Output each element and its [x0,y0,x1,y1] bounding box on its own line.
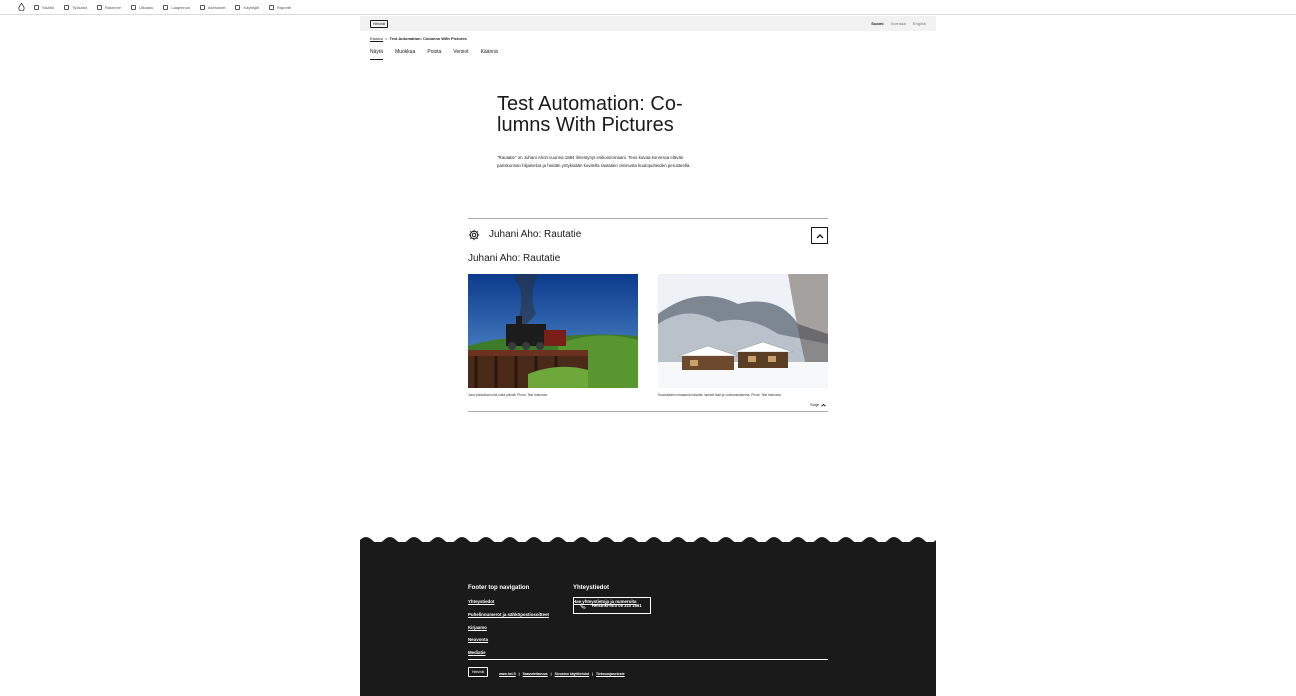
accordion-close-button[interactable]: Sulje [810,402,826,407]
site-footer: Footer top navigation Yhteystiedot Puhel… [360,537,936,696]
column-left: Juna puksuttaa kohti uutta päivää. Photo… [468,274,638,397]
breadcrumb-separator: > [385,36,388,41]
toolbar-item-extend[interactable]: Laajennus [163,4,190,10]
right-image-caption: Suomalainen maaseutu talvella: lumiset t… [658,393,782,397]
toolbar-item-content[interactable]: Sisältö [34,4,54,10]
winter-village-image [658,274,828,388]
breadcrumb: Etusivu > Test Automation: Columns With … [370,36,467,41]
separator: | [592,672,594,676]
footer-logo[interactable]: Helsinki [468,667,489,677]
accordion-toggle-button[interactable] [811,227,828,244]
chevron-up-small-icon [821,403,826,407]
footer-link-advice[interactable]: Neuvonta [468,637,488,642]
footer-bottom-links: www.hel.fi | Saavutettavuus | Sivuston k… [499,672,625,676]
left-image-caption: Juna puksuttaa kohti uutta päivää. Photo… [468,393,549,397]
footer-link-registry[interactable]: Kirjaamo [468,625,487,630]
lang-fi[interactable]: Suomi [871,21,883,26]
content-icon [34,4,39,10]
local-tasks: Näytä Muokkaa Poista Versiot Käännä [370,49,498,60]
lead-paragraph: "Rautatie" on Juhani Ahon vuonna 1884 il… [497,155,691,168]
phone-button[interactable]: Helsinki-info 09 310 1691 [573,597,651,614]
tab-revisions[interactable]: Versiot [453,49,468,60]
accordion-title: Juhani Aho: Rautatie [489,229,582,240]
tab-view[interactable]: Näytä [370,49,384,60]
drupal-home-icon[interactable] [18,3,25,11]
accordion: Juhani Aho: Rautatie Juhani Aho: Rautati… [468,218,828,412]
language-switcher: Suomi Svenska English [871,21,926,26]
footer-bottom-link-accessibility[interactable]: Saavutettavuus [523,672,548,676]
person-icon [235,4,241,10]
phone-label: Helsinki-info 09 310 1691 [592,603,642,608]
tab-edit[interactable]: Muokkaa [395,49,415,60]
toolbar-item-config[interactable]: Asetukset [199,4,225,10]
footer-nav-title: Footer top navigation [468,585,530,591]
train-image [468,274,638,388]
footer-bottom-link-hel[interactable]: www.hel.fi [499,672,516,676]
footer-link-media[interactable]: Mediatie [468,650,486,655]
lang-sv[interactable]: Svenska [891,21,906,26]
toolbar-item-people[interactable]: Käyttäjät [235,4,259,10]
phone-icon [580,602,586,609]
reports-icon [269,4,275,10]
toolbar-item-structure[interactable]: Rakenne [96,4,121,10]
site-header: Helsinki Suomi Svenska English [360,16,936,31]
structure-icon [96,4,102,10]
breadcrumb-current: Test Automation: Columns With Pictures [389,36,467,41]
footer-link-phones[interactable]: Puhelinnumerot ja sähköpostiosoitteet [468,612,549,617]
breadcrumb-home[interactable]: Etusivu [370,36,383,41]
footer-bottom-link-privacy[interactable]: Tietosuojaseloste [596,672,625,676]
chevron-up-icon [816,233,823,238]
footer-contact-title: Yhteystiedot [573,585,610,591]
footer-link-contact[interactable]: Yhteystiedot [468,599,494,604]
extend-icon [163,4,169,10]
footer-bottom-link-terms[interactable]: Sivuston käyttöehdot [555,672,589,676]
toolbar-item-reports[interactable]: Raportit [269,4,291,10]
config-icon [199,4,205,10]
close-label: Sulje [810,402,819,407]
toolbar-item-appearance[interactable]: Ulkoasu [130,4,153,10]
site-frame: Helsinki Suomi Svenska English Etusivu >… [360,16,936,696]
footer-divider [468,659,828,660]
accordion-header[interactable]: Juhani Aho: Rautatie [468,219,828,250]
accordion-subheading: Juhani Aho: Rautatie [468,253,561,264]
lang-en[interactable]: English [913,21,926,26]
helsinki-logo[interactable]: Helsinki [370,19,389,28]
separator: | [550,672,552,676]
toolbar-item-tools[interactable]: Työkalut [64,4,87,10]
footer-wave [360,537,936,544]
page-title: Test Automation: Co-lumns With Pictures [497,93,683,136]
tab-translate[interactable]: Käännä [481,49,498,60]
tab-delete[interactable]: Poista [427,49,441,60]
column-right: Suomalainen maaseutu talvella: lumiset t… [658,274,828,397]
separator: | [518,672,520,676]
admin-toolbar: Sisältö Työkalut Rakenne Ulkoasu Laajenn… [0,0,1296,15]
gear-icon [468,229,480,240]
tools-icon [64,4,70,10]
appearance-icon [130,4,136,10]
